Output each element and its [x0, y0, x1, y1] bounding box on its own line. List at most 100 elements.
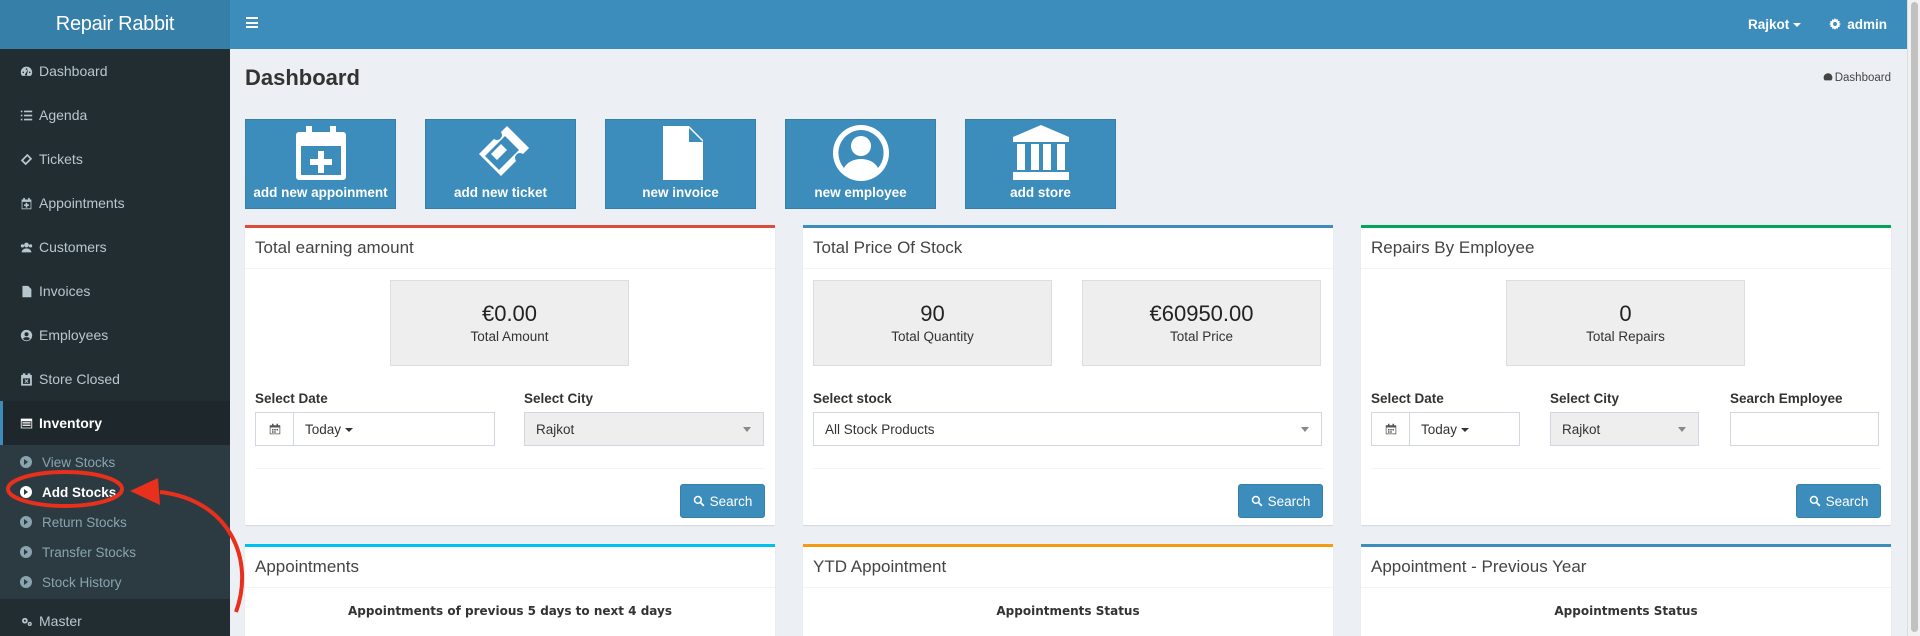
submenu-item-return-stocks[interactable]: Return Stocks: [0, 507, 230, 537]
chevron-circle-icon: [20, 456, 32, 468]
sidebar-item-label: Inventory: [39, 415, 103, 431]
submenu-item-transfer-stocks[interactable]: Transfer Stocks: [0, 537, 230, 567]
city-value: Rajkot: [1562, 421, 1601, 437]
scrollbar-thumb[interactable]: [1911, 2, 1918, 632]
total-price-value: €60950.00: [1149, 301, 1254, 326]
total-repairs-label: Total Repairs: [1586, 329, 1665, 344]
submenu-item-label: Return Stocks: [42, 514, 127, 530]
sidebar-item-master[interactable]: Master: [0, 599, 230, 636]
stock-select[interactable]: All Stock Products: [813, 412, 1322, 446]
stock-box: Total Price Of Stock 90 Total Quantity €…: [803, 225, 1333, 525]
new-invoice-button[interactable]: new invoice: [605, 119, 756, 209]
main-content: Dashboard Dashboard add new appoinment a…: [230, 49, 1907, 636]
box-title: YTD Appointment: [803, 547, 1333, 588]
search-icon: [1809, 495, 1821, 507]
sidebar-item-agenda[interactable]: Agenda: [0, 93, 230, 137]
search-button[interactable]: Search: [680, 484, 765, 518]
user-label: admin: [1847, 17, 1887, 32]
sidebar-item-label: Customers: [39, 239, 107, 255]
sidebar-item-dashboard[interactable]: Dashboard: [0, 49, 230, 93]
total-amount-label: Total Amount: [470, 329, 549, 344]
chevron-circle-icon: [20, 516, 32, 528]
user-circle-icon: [19, 328, 33, 342]
submenu-item-stock-history[interactable]: Stock History: [0, 567, 230, 597]
submenu-item-label: Add Stocks: [42, 484, 117, 500]
submenu-item-label: Transfer Stocks: [42, 544, 137, 560]
submenu-item-view-stocks[interactable]: View Stocks: [0, 447, 230, 477]
page-title: Dashboard: [245, 65, 360, 90]
box-title: Repairs By Employee: [1361, 228, 1891, 269]
sidebar-item-store-closed[interactable]: Store Closed: [0, 357, 230, 401]
user-circle-icon: [832, 125, 889, 181]
search-employee-input[interactable]: [1730, 412, 1879, 446]
search-button[interactable]: Search: [1796, 484, 1881, 518]
search-button[interactable]: Search: [1238, 484, 1323, 518]
location-dropdown[interactable]: Rajkot: [1747, 17, 1802, 32]
city-select[interactable]: Rajkot: [524, 412, 764, 446]
dashboard-icon: [19, 64, 33, 78]
sidebar-item-inventory[interactable]: Inventory: [0, 401, 230, 445]
tile-label: new invoice: [642, 185, 719, 200]
add-store-button[interactable]: add store: [965, 119, 1116, 209]
chart-caption: Appointments Status: [996, 604, 1140, 618]
earning-box: Total earning amount €0.00 Total Amount …: [245, 225, 775, 525]
date-picker[interactable]: Today: [255, 412, 495, 446]
total-amount-stat: €0.00 Total Amount: [390, 280, 629, 366]
sidebar-item-employees[interactable]: Employees: [0, 313, 230, 357]
tile-label: add store: [1010, 185, 1071, 200]
sidebar-item-customers[interactable]: Customers: [0, 225, 230, 269]
add-appointment-button[interactable]: add new appoinment: [245, 119, 396, 209]
cogs-icon: [19, 614, 33, 628]
breadcrumb-label: Dashboard: [1834, 72, 1891, 84]
sidebar-item-invoices[interactable]: Invoices: [0, 269, 230, 313]
hamburger-icon[interactable]: [246, 17, 258, 28]
tile-label: add new appoinment: [253, 185, 388, 200]
add-ticket-button[interactable]: add new ticket: [425, 119, 576, 209]
gear-icon: [1829, 18, 1842, 30]
file-icon: [19, 284, 33, 298]
select-arrow-icon: [1678, 426, 1686, 432]
location-label: Rajkot: [1747, 17, 1790, 32]
calendar-plus-icon: [19, 196, 33, 210]
sidebar-item-label: Dashboard: [39, 63, 108, 79]
user-menu[interactable]: admin: [1829, 17, 1887, 32]
vertical-scrollbar[interactable]: [1907, 0, 1920, 636]
total-repairs-stat: 0 Total Repairs: [1506, 280, 1745, 366]
sidebar-item-label: Master: [39, 613, 82, 629]
bank-icon: [1012, 125, 1069, 180]
breadcrumb[interactable]: Dashboard: [1823, 72, 1891, 84]
calendar-icon: [256, 413, 294, 445]
sidebar-item-tickets[interactable]: Tickets: [0, 137, 230, 181]
calendar-icon: [1372, 413, 1410, 445]
select-city-label: Select City: [524, 391, 594, 406]
total-price-label: Total Price: [1169, 329, 1234, 344]
sidebar-menu-bottom: Master: [0, 599, 230, 636]
ytd-appointment-box: YTD Appointment Appointments Status: [803, 544, 1333, 636]
brand-logo[interactable]: Repair Rabbit: [0, 0, 230, 49]
sidebar-item-label: Appointments: [39, 195, 125, 211]
search-label: Search: [1267, 493, 1311, 509]
chevron-circle-icon: [20, 486, 32, 498]
list-icon: [19, 108, 33, 122]
sidebar-item-label: Employees: [39, 327, 109, 343]
sidebar: Repair Rabbit Dashboard Agenda Tickets A…: [0, 0, 230, 636]
dashboard-icon: [1823, 73, 1833, 81]
date-picker[interactable]: Today: [1371, 412, 1520, 446]
repairs-box: Repairs By Employee 0 Total Repairs Sele…: [1361, 225, 1891, 525]
sidebar-item-appointments[interactable]: Appointments: [0, 181, 230, 225]
new-employee-button[interactable]: new employee: [785, 119, 936, 209]
box-title: Total Price Of Stock: [803, 228, 1333, 269]
top-navbar: Rajkot admin: [230, 0, 1907, 49]
select-date-label: Select Date: [1371, 391, 1444, 406]
chevron-circle-icon: [20, 546, 32, 558]
inventory-submenu: View Stocks Add Stocks Return Stocks Tra…: [0, 445, 230, 599]
total-price-stat: €60950.00 Total Price: [1082, 280, 1321, 366]
appointments-box: Appointments Appointments of previous 5 …: [245, 544, 775, 636]
total-amount-value: €0.00: [481, 301, 538, 326]
submenu-item-add-stocks[interactable]: Add Stocks: [0, 477, 230, 507]
users-icon: [19, 240, 33, 254]
tile-label: new employee: [814, 185, 907, 200]
city-select[interactable]: Rajkot: [1550, 412, 1699, 446]
city-value: Rajkot: [536, 421, 575, 437]
sidebar-item-label: Invoices: [39, 283, 91, 299]
